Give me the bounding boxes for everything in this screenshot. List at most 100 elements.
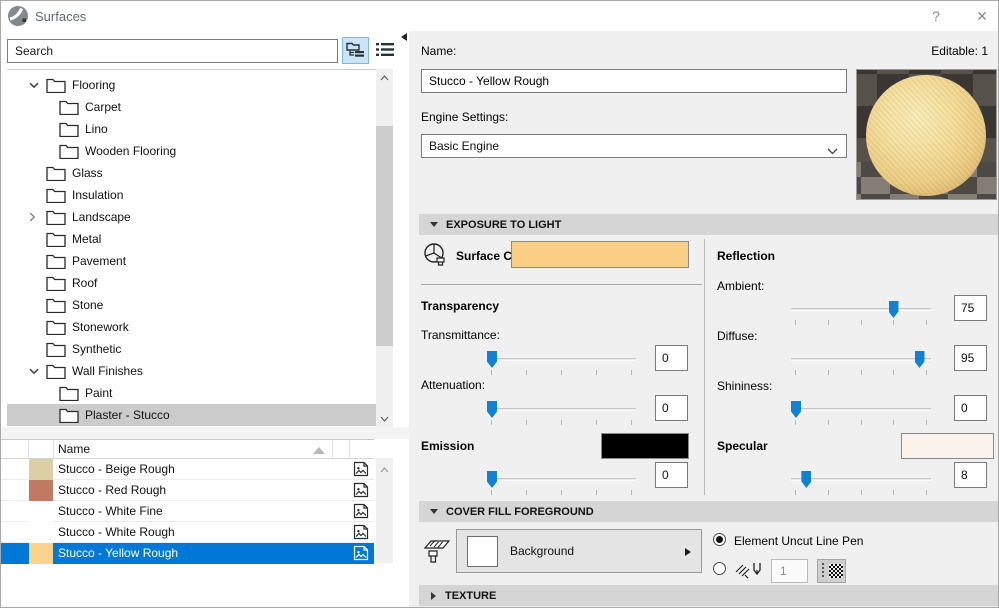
tree-item-wall-finishes[interactable]: Wall Finishes	[7, 360, 376, 382]
surface-color-icon	[423, 242, 449, 271]
pen-color-button[interactable]	[817, 559, 846, 583]
scroll-up-icon[interactable]	[376, 69, 393, 86]
tree-item-label: Flooring	[72, 78, 115, 92]
folder-icon	[59, 121, 79, 137]
shininess-value[interactable]: 0	[954, 395, 987, 421]
tree-item-label: Insulation	[72, 188, 123, 202]
tree-item-label: Stone	[72, 298, 103, 312]
tree-item-label: Pavement	[72, 254, 126, 268]
list-header[interactable]: Name	[1, 440, 374, 459]
section-expand-icon	[431, 592, 436, 600]
tree-scrollbar[interactable]	[376, 69, 393, 427]
exposure-section-header[interactable]: EXPOSURE TO LIGHT	[419, 214, 998, 235]
tree-view-button[interactable]	[342, 37, 369, 64]
tree-item-label: Stonework	[72, 320, 129, 334]
tree-item-landscape[interactable]: Landscape	[7, 206, 376, 228]
title-bar[interactable]: Surfaces ? ✕	[1, 1, 998, 31]
scroll-down-icon[interactable]	[376, 410, 393, 427]
slider-thumb[interactable]	[801, 471, 811, 488]
slider-thumb[interactable]	[487, 471, 497, 488]
diffuse-slider[interactable]	[791, 349, 931, 377]
specular-value[interactable]: 8	[954, 462, 987, 488]
scroll-up-icon[interactable]	[376, 461, 393, 478]
list-view-icon	[376, 42, 394, 60]
surface-name: Stucco - White Fine	[58, 504, 163, 518]
chevron-down-icon	[827, 144, 838, 158]
ambient-value[interactable]: 75	[954, 295, 987, 321]
help-button[interactable]: ?	[921, 5, 951, 27]
attenuation-value[interactable]: 0	[655, 395, 688, 421]
diffuse-value[interactable]: 95	[954, 345, 987, 371]
tree-item-insulation[interactable]: Insulation	[7, 184, 376, 206]
element-uncut-line-pen-radio[interactable]	[713, 533, 726, 546]
pen-number-input[interactable]	[771, 559, 808, 583]
tree-item-pavement[interactable]: Pavement	[7, 250, 376, 272]
slider-thumb[interactable]	[915, 351, 925, 368]
transmittance-slider[interactable]	[487, 349, 636, 377]
tree-item-label: Carpet	[85, 100, 121, 114]
window-title: Surfaces	[35, 9, 86, 24]
attenuation-slider[interactable]	[487, 399, 636, 427]
slider-ticks	[795, 490, 927, 496]
transmittance-value[interactable]: 0	[655, 345, 688, 371]
specular-slider[interactable]	[791, 469, 931, 497]
pen-dotted-line	[822, 563, 824, 579]
emission-slider[interactable]	[487, 469, 636, 497]
tree-item-carpet[interactable]: Carpet	[7, 96, 376, 118]
transmittance-label: Transmittance:	[421, 328, 500, 342]
cover-fill-section-header[interactable]: COVER FILL FOREGROUND	[419, 501, 998, 522]
tree-item-paint[interactable]: Paint	[7, 382, 376, 404]
chevron-right-icon[interactable]	[29, 212, 46, 222]
tree-item-flooring[interactable]: Flooring	[7, 74, 376, 96]
engine-select[interactable]: Basic Engine	[421, 134, 847, 158]
texture-section-header[interactable]: TEXTURE	[419, 585, 998, 606]
tree-item-lino[interactable]: Lino	[7, 118, 376, 140]
list-item[interactable]: Stucco - White Fine	[1, 501, 374, 522]
tree-item-stonework[interactable]: Stonework	[7, 316, 376, 338]
chevron-down-icon[interactable]	[29, 368, 46, 375]
shininess-label: Shininess:	[717, 379, 772, 393]
tree-item-metal[interactable]: Metal	[7, 228, 376, 250]
scrollbar-thumb[interactable]	[376, 126, 393, 346]
tree-item-roof[interactable]: Roof	[7, 272, 376, 294]
list-view-button[interactable]	[372, 39, 397, 63]
slider-thumb[interactable]	[889, 301, 899, 318]
surface-settings-panel: Name: Editable: 1 Engine Settings: Basic…	[409, 31, 999, 608]
surface-name: Stucco - Yellow Rough	[58, 546, 178, 560]
slider-thumb[interactable]	[791, 401, 801, 418]
tree-item-plaster-stucco[interactable]: Plaster - Stucco	[7, 404, 376, 426]
tree-item-wooden-flooring[interactable]: Wooden Flooring	[7, 140, 376, 162]
panel-collapse-icon[interactable]	[401, 33, 407, 41]
tree-item-stone[interactable]: Stone	[7, 294, 376, 316]
tree-item-glass[interactable]: Glass	[7, 162, 376, 184]
tree-item-synthetic[interactable]: Synthetic	[7, 338, 376, 360]
ambient-slider[interactable]	[791, 299, 931, 327]
close-button[interactable]: ✕	[967, 5, 997, 27]
folder-icon	[46, 253, 66, 269]
column-divider	[704, 239, 705, 495]
name-column-header[interactable]: Name	[58, 442, 90, 456]
list-item-selected[interactable]: Stucco - Yellow Rough	[1, 543, 374, 564]
list-item[interactable]: Stucco - Beige Rough	[1, 459, 374, 480]
folder-icon	[46, 231, 66, 247]
slider-thumb[interactable]	[487, 401, 497, 418]
list-item[interactable]: Stucco - White Rough	[1, 522, 374, 543]
chevron-down-icon[interactable]	[29, 82, 46, 89]
fill-picker-dropdown[interactable]: Background	[456, 529, 702, 573]
emission-color-swatch[interactable]	[601, 433, 689, 459]
slider-thumb[interactable]	[487, 351, 497, 368]
shininess-slider[interactable]	[791, 399, 931, 427]
sort-ascending-icon[interactable]	[313, 447, 325, 454]
custom-pen-radio[interactable]	[713, 562, 726, 575]
surface-name-input[interactable]	[421, 69, 847, 93]
material-preview[interactable]	[856, 69, 997, 200]
specular-color-swatch[interactable]	[901, 433, 994, 459]
list-item[interactable]: Stucco - Red Rough	[1, 480, 374, 501]
surface-color-swatch[interactable]	[511, 241, 689, 268]
emission-value[interactable]: 0	[655, 462, 688, 488]
divider	[421, 284, 702, 285]
slider-ticks	[795, 420, 927, 426]
list-scrollbar[interactable]	[376, 458, 393, 563]
slider-ticks	[491, 370, 632, 376]
search-input[interactable]	[7, 39, 338, 63]
